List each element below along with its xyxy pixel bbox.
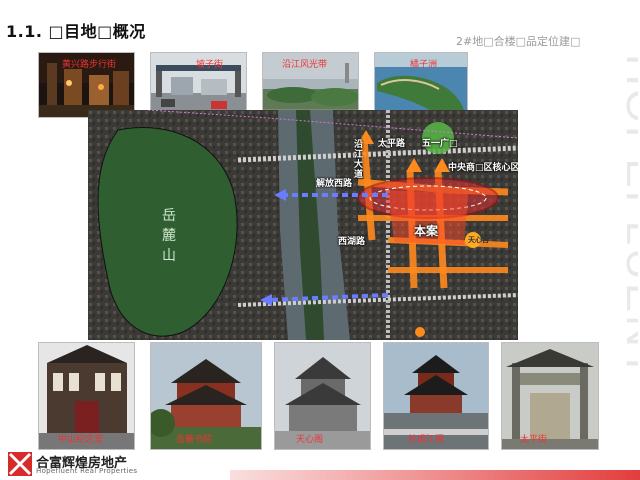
mountain-label: 岳 麓 山 <box>162 206 178 266</box>
map-label-jiefang: 解放西路 <box>316 179 353 189</box>
map-label-benan: 本案 <box>414 224 439 238</box>
top-photo-label-4: 橘子洲 <box>410 60 438 70</box>
page-title: 1.1. □目地□概况 <box>6 22 146 41</box>
bottom-photo-label-1: 中山纪念堂 <box>58 435 104 445</box>
bottom-accent-bar <box>230 470 640 480</box>
company-logo-icon <box>8 452 32 476</box>
bottom-photo-label-5: 太平街 <box>520 435 548 445</box>
map-label-wuyi: 五一广□ <box>422 139 458 149</box>
mountain-char-3: 山 <box>162 248 176 264</box>
bottom-photo-label-3: 天心阁 <box>296 435 324 445</box>
company-name-en: Hopefluent Real Properties <box>36 467 138 475</box>
map-label-tianxin: 天心古 <box>468 236 489 244</box>
bottom-photo-label-4: 杜甫江阁 <box>408 435 445 445</box>
mountain-char-1: 岳 <box>162 208 176 224</box>
brand-vertical-text: HOPEFLUENT <box>617 54 638 380</box>
page-subtitle: 2#地□合楼□品定位建□ <box>456 35 581 48</box>
top-photo-label-1: 黄兴路步行街 <box>62 60 117 70</box>
map-label-yanjiang: 沿江大道 <box>354 140 364 180</box>
top-photo-label-2: 坡子街 <box>196 60 224 70</box>
mountain-char-2: 麓 <box>162 228 176 244</box>
top-photo-label-3: 沿江风光带 <box>282 60 328 70</box>
map-label-xihu: 西湖路 <box>338 237 366 247</box>
bottom-photo-5 <box>501 342 599 450</box>
location-map: 太平路 五一广□ 沿江大道 解放西路 中央商□区核心区 本案 西湖路 天心古 岳… <box>88 110 518 340</box>
bottom-photo-label-2: 岳麓书院 <box>176 435 213 445</box>
map-label-cbd: 中央商□区核心区 <box>448 163 518 173</box>
map-label-taiping: 太平路 <box>378 139 406 149</box>
